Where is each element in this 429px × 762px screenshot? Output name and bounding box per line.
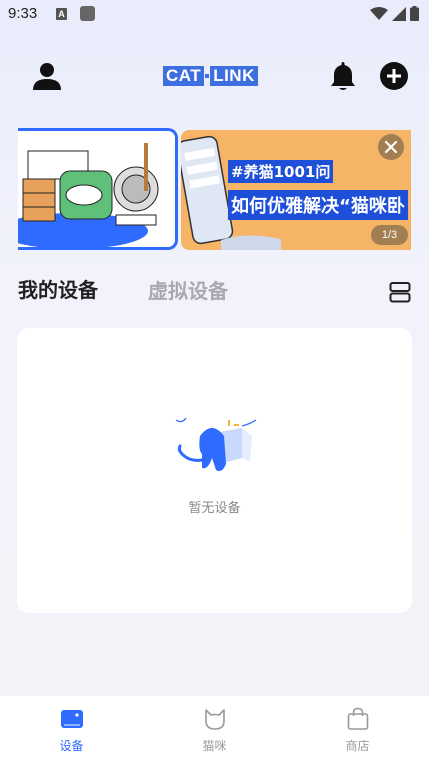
nav-item-devices[interactable]: 设备 [0,696,143,762]
a-badge-icon: A [56,8,67,20]
layout-toggle-icon[interactable] [389,281,411,303]
logo-text-right: LINK [210,66,258,86]
status-bar: 9:33 A [0,0,429,30]
status-time: 9:33 [8,5,38,22]
tab-virtual-devices[interactable]: 虚拟设备 [148,275,228,304]
cat-icon [205,709,225,730]
battery-icon [410,6,419,21]
header: CAT LINK [0,56,429,96]
shopping-bag-icon [347,707,369,730]
device-list-card: 暂无设备 [17,328,412,613]
bell-icon[interactable] [329,60,357,92]
banner-slide-illustration[interactable] [18,128,178,250]
app-notification-icon [80,6,95,21]
wifi-icon [370,6,388,20]
catlink-logo: CAT LINK [163,66,258,86]
bottom-nav: 设备 猫咪 商店 [0,696,429,762]
banner-hashtag: #养猫1001问 [228,160,334,183]
banner-page-indicator: 1/3 [371,225,408,245]
logo-dot [205,74,210,78]
plus-circle-icon[interactable] [379,61,409,91]
banner-headline: 如何优雅解决“猫咪卧 [228,190,408,220]
nav-item-shop[interactable]: 商店 [286,696,429,762]
status-indicators [370,6,419,21]
logo-text-left: CAT [163,66,205,86]
banner-carousel[interactable]: #养猫1001问 如何优雅解决“猫咪卧 1/3 [18,128,411,250]
signal-icon [392,6,406,21]
close-icon[interactable] [378,134,404,160]
empty-state-text: 暂无设备 [188,501,241,516]
profile-icon[interactable] [31,60,63,92]
nav-item-cats[interactable]: 猫咪 [143,696,286,762]
nav-label-shop: 商店 [345,739,370,753]
nav-label-cats: 猫咪 [202,739,227,753]
tab-my-devices[interactable]: 我的设备 [18,274,98,303]
nav-label-devices: 设备 [59,739,84,753]
empty-cat-box-icon [175,417,257,472]
cat-on-sofa-illustration [18,143,159,247]
device-icon [61,710,83,728]
